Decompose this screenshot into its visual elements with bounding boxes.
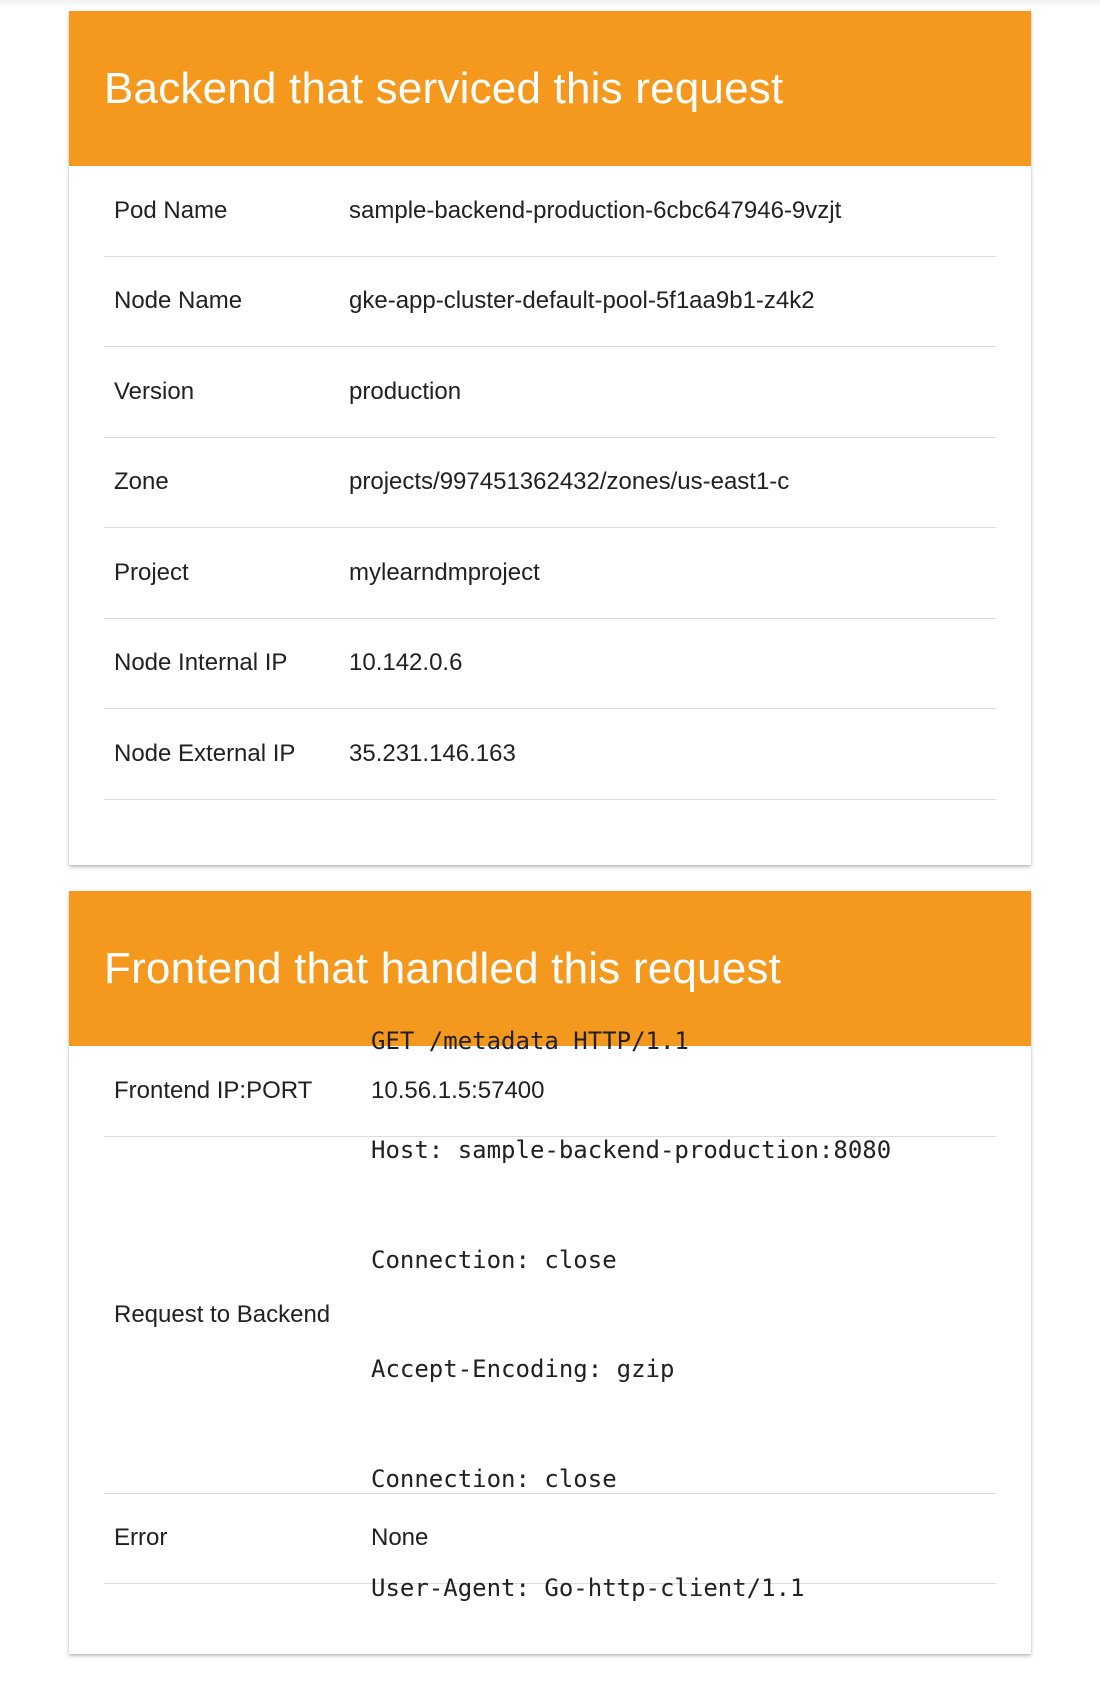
table-row-zone: Zone projects/997451362432/zones/us-east…: [104, 438, 996, 528]
node-external-ip-value: 35.231.146.163: [349, 739, 516, 767]
frontend-card: Frontend that handled this request Front…: [69, 891, 1031, 1654]
error-label: Error: [114, 1524, 168, 1552]
project-value: mylearndmproject: [349, 558, 540, 586]
table-row-pod-name: Pod Name sample-backend-production-6cbc6…: [104, 166, 996, 257]
request-to-backend-label: Request to Backend: [114, 1300, 331, 1328]
table-row-version: Version production: [104, 347, 996, 438]
pod-name-value: sample-backend-production-6cbc647946-9vz…: [349, 196, 842, 224]
zone-label: Zone: [114, 468, 169, 496]
request-line: Host: sample-backend-production:8080: [371, 1136, 892, 1164]
backend-card: Backend that serviced this request Pod N…: [69, 11, 1031, 865]
frontend-details-table: Frontend IP:PORT 10.56.1.5:57400 Request…: [104, 1027, 996, 1602]
pod-name-label: Pod Name: [114, 196, 228, 224]
frontend-ip-port-label: Frontend IP:PORT: [114, 1076, 313, 1104]
request-line: User-Agent: Go-http-client/1.1: [371, 1574, 805, 1602]
table-row-node-external-ip: Node External IP 35.231.146.163: [104, 709, 996, 800]
node-internal-ip-label: Node Internal IP: [114, 649, 288, 677]
page-top-divider: [0, 0, 1100, 8]
request-line: Connection: close: [371, 1464, 617, 1493]
backend-card-header: Backend that serviced this request: [69, 11, 1031, 166]
request-to-backend-value: GET /metadata HTTP/1.1 Host: sample-back…: [371, 950, 891, 1680]
table-row-node-internal-ip: Node Internal IP 10.142.0.6: [104, 619, 996, 709]
node-name-value: gke-app-cluster-default-pool-5f1aa9b1-z4…: [349, 287, 815, 315]
request-line: Accept-Encoding: gzip: [371, 1355, 675, 1383]
request-line: GET /metadata HTTP/1.1: [371, 1026, 689, 1055]
node-name-label: Node Name: [114, 287, 243, 315]
table-row-node-name: Node Name gke-app-cluster-default-pool-5…: [104, 257, 996, 347]
version-label: Version: [114, 377, 195, 405]
node-external-ip-label: Node External IP: [114, 739, 296, 767]
version-value: production: [349, 377, 462, 405]
backend-card-title: Backend that serviced this request: [104, 63, 784, 113]
node-internal-ip-value: 10.142.0.6: [349, 649, 463, 677]
table-row-request-to-backend: Request to Backend GET /metadata HTTP/1.…: [104, 1027, 996, 1602]
table-row-project: Project mylearndmproject: [104, 528, 996, 619]
error-value: None: [371, 1524, 429, 1552]
zone-value: projects/997451362432/zones/us-east1-c: [349, 468, 790, 496]
backend-details-table: Pod Name sample-backend-production-6cbc6…: [104, 166, 996, 800]
project-label: Project: [114, 558, 189, 586]
request-line: Connection: close: [371, 1245, 617, 1274]
